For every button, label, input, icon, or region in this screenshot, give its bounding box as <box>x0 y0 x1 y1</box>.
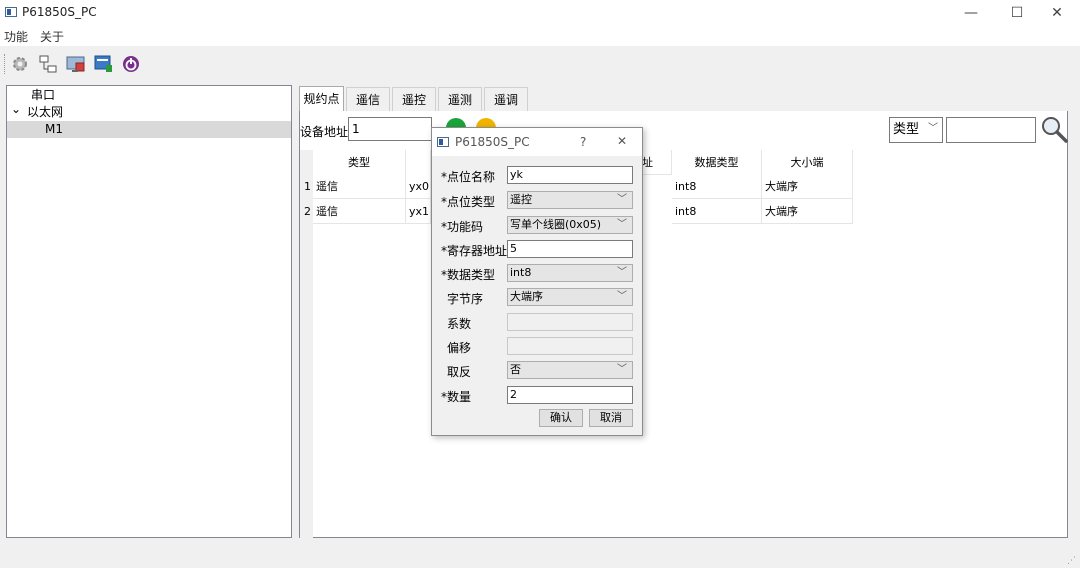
coefficient-label: 系数 <box>447 317 472 331</box>
title-bar: P61850S_PC — ☐ ✕ <box>0 0 1080 26</box>
column-header-name[interactable] <box>406 150 431 175</box>
download-icon[interactable] <box>94 54 114 74</box>
minimize-button[interactable]: — <box>948 0 994 26</box>
chevron-down-icon: ﹀ <box>617 267 627 278</box>
toolbar-grip <box>4 54 6 74</box>
menu-bar: 功能 关于 <box>0 26 1080 46</box>
gear-icon[interactable] <box>10 54 30 74</box>
function-code-value: 写单个线圈(0x05) <box>510 218 602 231</box>
offset-input[interactable] <box>507 337 633 355</box>
coefficient-input[interactable] <box>507 313 633 331</box>
register-address-label: *寄存器地址 <box>441 244 508 258</box>
app-icon <box>5 7 17 17</box>
monitor-icon[interactable] <box>66 54 86 74</box>
chevron-down-icon: ﹀ <box>617 219 627 230</box>
cell-endian[interactable]: 大端序 <box>762 199 853 224</box>
data-type-label: *数据类型 <box>441 268 496 282</box>
resize-grip-icon[interactable]: ⋰ <box>1067 556 1076 566</box>
tab-telesignal[interactable]: 遥信 <box>346 87 390 111</box>
function-code-select[interactable]: 写单个线圈(0x05) ﹀ <box>507 216 633 234</box>
point-type-value: 遥控 <box>510 193 532 206</box>
type-filter-select[interactable]: 类型 ﹀ <box>889 117 943 143</box>
point-type-label: *点位类型 <box>441 195 496 209</box>
toolbar <box>0 46 1080 82</box>
count-label: *数量 <box>441 390 472 404</box>
invert-label: 取反 <box>447 365 472 379</box>
chevron-down-icon: ﹀ <box>617 291 627 302</box>
register-address-input[interactable]: 5 <box>507 240 633 258</box>
tab-telecontrol[interactable]: 遥控 <box>392 87 436 111</box>
count-input[interactable]: 2 <box>507 386 633 404</box>
dialog-close-button[interactable]: ✕ <box>617 134 627 148</box>
point-edit-dialog: P61850S_PC ? ✕ *点位名称 yk *点位类型 遥控 ﹀ *功能码 … <box>431 127 643 436</box>
data-type-value: int8 <box>510 266 532 279</box>
chevron-down-icon: ﹀ <box>617 194 627 205</box>
row-number: 1 <box>304 180 311 193</box>
tab-telemetry[interactable]: 遥测 <box>438 87 482 111</box>
offset-label: 偏移 <box>447 341 472 355</box>
cell-endian[interactable]: 大端序 <box>762 174 853 199</box>
chevron-down-icon: ﹀ <box>928 123 938 134</box>
column-header-address[interactable]: 址 <box>642 150 672 175</box>
column-header-type[interactable]: 类型 <box>313 150 406 175</box>
invert-select[interactable]: 否 ﹀ <box>507 361 633 379</box>
point-type-select[interactable]: 遥控 ﹀ <box>507 191 633 209</box>
device-tree: 串口 ⌄ 以太网 M1 <box>6 85 292 538</box>
tree-item-ethernet[interactable]: ⌄ 以太网 <box>7 101 291 121</box>
column-header-endian[interactable]: 大小端 <box>762 150 853 175</box>
byte-order-select[interactable]: 大端序 ﹀ <box>507 288 633 306</box>
column-header-data-type[interactable]: 数据类型 <box>672 150 762 175</box>
search-input[interactable] <box>946 117 1036 143</box>
cell-name[interactable]: yx0 <box>406 174 431 199</box>
data-type-select[interactable]: int8 ﹀ <box>507 264 633 282</box>
search-icon[interactable] <box>1040 115 1068 146</box>
dialog-title: P61850S_PC <box>455 135 530 149</box>
help-button[interactable]: ? <box>580 135 586 149</box>
confirm-button[interactable]: 确认 <box>539 409 583 427</box>
power-icon[interactable] <box>121 54 141 74</box>
byte-order-label: 字节序 <box>447 292 484 306</box>
tab-protocol-points[interactable]: 规约点 <box>299 86 344 112</box>
cell-name[interactable]: yx1 <box>406 199 431 224</box>
close-button[interactable]: ✕ <box>1034 0 1080 26</box>
window-title: P61850S_PC <box>22 5 97 19</box>
function-code-label: *功能码 <box>441 220 484 234</box>
byte-order-value: 大端序 <box>510 290 543 303</box>
row-number: 2 <box>304 205 311 218</box>
cancel-button[interactable]: 取消 <box>589 409 633 427</box>
chevron-down-icon: ﹀ <box>617 364 627 375</box>
menu-function[interactable]: 功能 <box>4 28 28 45</box>
device-address-input[interactable]: 1 <box>348 117 432 141</box>
type-filter-label: 类型 <box>893 122 920 137</box>
point-name-input[interactable]: yk <box>507 166 633 184</box>
cell-data-type[interactable]: int8 <box>672 199 762 224</box>
dialog-app-icon <box>437 137 449 147</box>
cell-type[interactable]: 遥信 <box>313 199 406 224</box>
device-address-label: 设备地址 <box>300 125 349 139</box>
dialog-title-bar: P61850S_PC ? ✕ <box>432 128 642 156</box>
status-bar: ⋰ <box>0 546 1080 568</box>
chevron-down-icon[interactable]: ⌄ <box>11 101 21 118</box>
tree-item-serial[interactable]: 串口 <box>7 87 291 104</box>
cell-data-type[interactable]: int8 <box>672 174 762 199</box>
tree-item-m1[interactable]: M1 <box>7 121 291 138</box>
menu-about[interactable]: 关于 <box>40 28 64 45</box>
network-icon[interactable] <box>38 54 58 74</box>
tree-item-ethernet-label: 以太网 <box>27 105 64 119</box>
invert-value: 否 <box>510 363 521 376</box>
points-table: 类型 址 数据类型 大小端 1 遥信 yx0 int8 大端序 2 遥信 yx1… <box>299 150 1068 538</box>
tab-teleadjust[interactable]: 遥调 <box>484 87 528 111</box>
point-name-label: *点位名称 <box>441 170 496 184</box>
cell-type[interactable]: 遥信 <box>313 174 406 199</box>
